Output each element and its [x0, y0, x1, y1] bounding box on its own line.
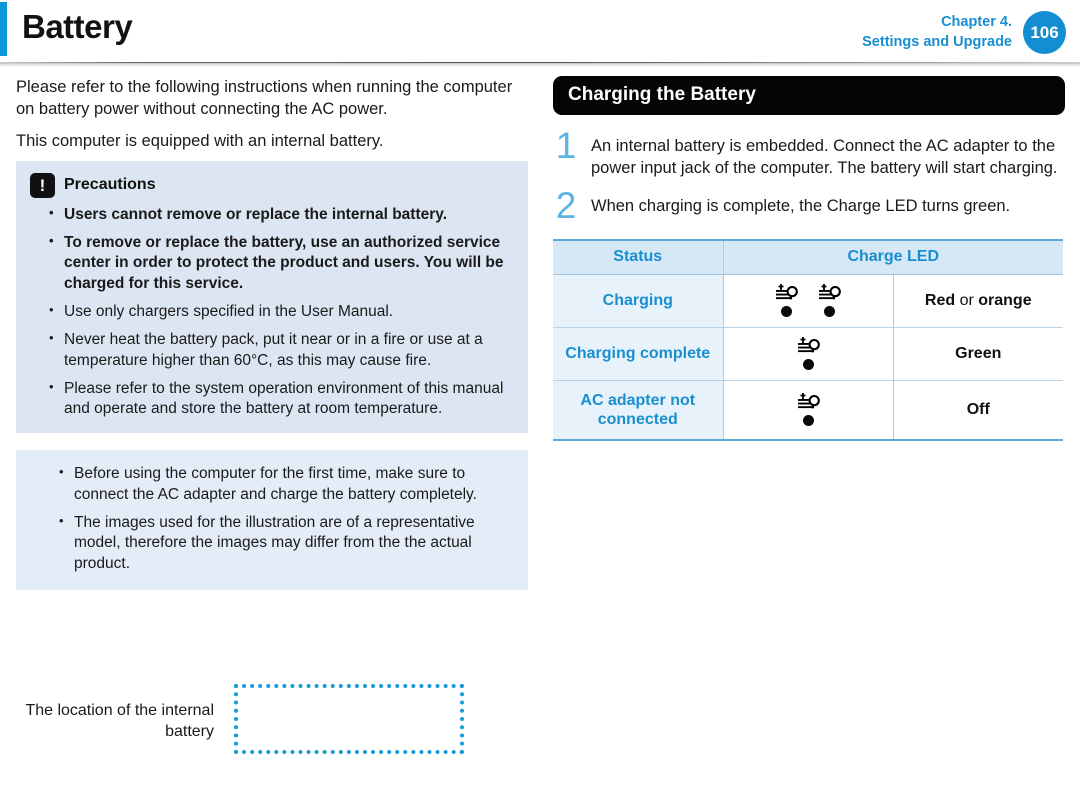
charge-led-group	[724, 392, 893, 426]
page-header: Battery Chapter 4. Settings and Upgrade …	[0, 0, 1080, 67]
precautions-box: ! Precautions Users cannot remove or rep…	[16, 160, 528, 434]
cell-led-color: Green	[893, 327, 1063, 381]
table-body: Charging Red or orange Charging complete…	[553, 274, 1063, 442]
cell-led-color: Off	[893, 380, 1063, 442]
table-header-row: Status Charge LED	[553, 238, 1063, 275]
charge-led-group	[724, 283, 893, 317]
led-color-primary: Green	[955, 344, 1002, 362]
step-text: An internal battery is embedded. Connect…	[591, 137, 1058, 177]
cell-led-color: Red or orange	[893, 274, 1063, 328]
header-divider	[0, 59, 1080, 67]
precautions-title: Precautions	[64, 175, 156, 193]
cell-led-icons	[723, 274, 894, 328]
precaution-item: Use only chargers specified in the User …	[49, 301, 514, 322]
table-row: Charging Red or orange	[553, 274, 1063, 328]
chapter-label: Chapter 4. Settings and Upgrade	[862, 13, 1012, 52]
table-row: Charging complete Green	[553, 327, 1063, 381]
led-color-primary: Off	[966, 400, 990, 418]
table-row: AC adapter not connected Off	[553, 380, 1063, 442]
steps-list: 1 An internal battery is embedded. Conne…	[553, 125, 1065, 226]
precaution-item: To remove or replace the battery, use an…	[49, 232, 514, 294]
note-item: Before using the computer for the first …	[59, 463, 514, 505]
led-indicator-dot	[781, 305, 792, 317]
charge-led-group	[724, 336, 893, 370]
step-item: 2 When charging is complete, the Charge …	[553, 184, 1065, 226]
page-number-badge: 106	[1023, 11, 1066, 54]
precaution-item: Please refer to the system operation env…	[49, 378, 514, 420]
cell-status: Charging complete	[553, 327, 724, 381]
led-color-primary: Red	[924, 291, 956, 309]
precaution-item: Users cannot remove or replace the inter…	[49, 204, 514, 225]
led-indicator-dot	[824, 305, 835, 317]
table-header: Status Charge LED	[553, 238, 1063, 275]
chapter-line-1: Chapter 4.	[941, 13, 1012, 30]
box-spacer	[16, 433, 528, 450]
battery-location-illustration: The location of the internal battery	[16, 676, 528, 786]
illustration-caption: The location of the internal battery	[25, 701, 214, 741]
charge-led-table: Status Charge LED Charging Red or orange…	[553, 238, 1063, 442]
page-title: Battery	[22, 8, 133, 45]
cell-status: AC adapter not connected	[553, 380, 724, 442]
cell-status: Charging	[553, 274, 724, 328]
chapter-line-2: Settings and Upgrade	[862, 33, 1012, 50]
header-accent-bar	[0, 2, 7, 56]
led-indicator-dot	[802, 414, 814, 426]
intro-paragraph-1: Please refer to the following instructio…	[16, 78, 513, 119]
charge-led-icon	[797, 392, 820, 426]
step-item: 1 An internal battery is embedded. Conne…	[553, 125, 1065, 180]
left-column: Please refer to the following instructio…	[16, 76, 528, 786]
illustration-placeholder	[234, 683, 464, 754]
led-color-secondary: orange	[978, 291, 1032, 309]
charge-led-icon	[775, 283, 798, 317]
right-column: Charging the Battery 1 An internal batte…	[553, 76, 1065, 442]
precaution-item: Never heat the battery pack, put it near…	[49, 329, 514, 371]
charge-led-icon	[797, 336, 820, 370]
precautions-header: ! Precautions	[30, 172, 514, 198]
precautions-list: Users cannot remove or replace the inter…	[30, 204, 514, 420]
intro-paragraph-2: This computer is equipped with an intern…	[16, 131, 384, 150]
notes-list: Before using the computer for the first …	[30, 463, 514, 574]
section-title-bar: Charging the Battery	[553, 76, 1065, 115]
note-item: The images used for the illustration are…	[59, 512, 514, 574]
step-text: When charging is complete, the Charge LE…	[591, 196, 1011, 215]
cell-led-icons	[723, 380, 894, 442]
warning-exclamation-icon: !	[30, 172, 55, 198]
column-header-status: Status	[553, 238, 724, 275]
header-chapter-info: Chapter 4. Settings and Upgrade 106	[862, 11, 1066, 54]
column-header-charge-led: Charge LED	[723, 238, 1063, 275]
led-color-conjunction: or	[955, 291, 979, 309]
content-columns: Please refer to the following instructio…	[0, 76, 1080, 766]
charge-led-icon	[818, 283, 841, 317]
step-number: 1	[555, 125, 577, 166]
notes-box: Before using the computer for the first …	[16, 450, 528, 590]
led-indicator-dot	[802, 358, 814, 370]
step-number: 2	[555, 184, 577, 226]
cell-led-icons	[723, 327, 894, 381]
